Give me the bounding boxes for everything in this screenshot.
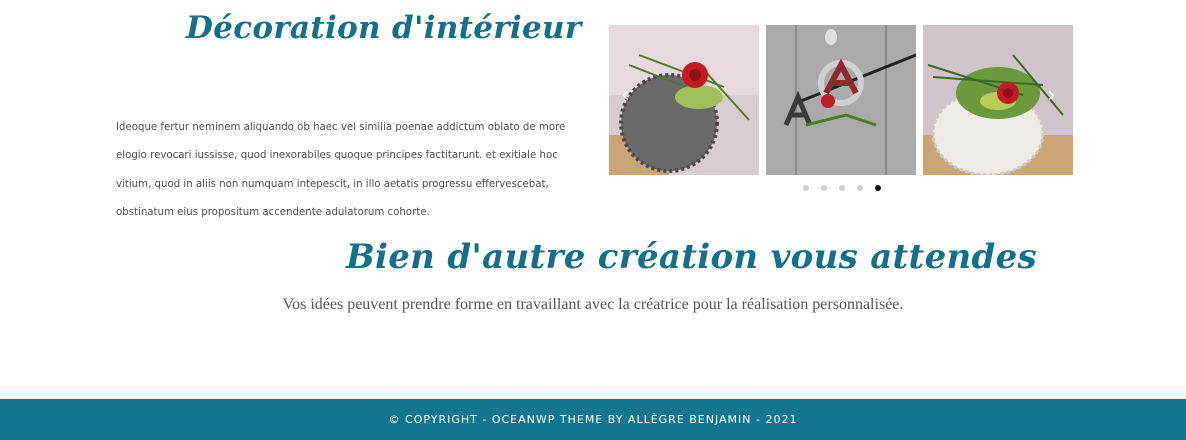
creations-section-title: Bien d'autre création vous attendes [346, 237, 1037, 277]
footer-spacer [0, 386, 1186, 399]
image-carousel[interactable]: ‹ › [609, 25, 1073, 175]
carousel-dot-3[interactable] [839, 185, 845, 191]
intro-paragraph: Ideoque fertur neminem aliquando ob haec… [116, 122, 566, 218]
decoration-section-title: Décoration d'intérieur [186, 10, 582, 46]
tagline: Vos idées peuvent prendre forme en trava… [282, 296, 904, 313]
chevron-left-icon[interactable]: ‹ [621, 85, 630, 107]
carousel-slide-1[interactable] [609, 25, 759, 175]
carousel-slide-2[interactable] [766, 25, 916, 175]
carousel-dot-4[interactable] [857, 185, 863, 191]
copyright-text: © Copyright - OceanWP Theme by Allègre B… [388, 413, 798, 426]
photo-rose-grey-sphere [609, 25, 759, 175]
carousel-dot-2[interactable] [821, 185, 827, 191]
carousel-dot-5[interactable] [875, 185, 881, 191]
chevron-right-icon[interactable]: › [1047, 85, 1056, 107]
carousel-dot-1[interactable] [803, 185, 809, 191]
photo-letters-door-decoration [766, 25, 916, 175]
footer: © Copyright - OceanWP Theme by Allègre B… [0, 399, 1186, 440]
carousel-dots [803, 185, 881, 191]
